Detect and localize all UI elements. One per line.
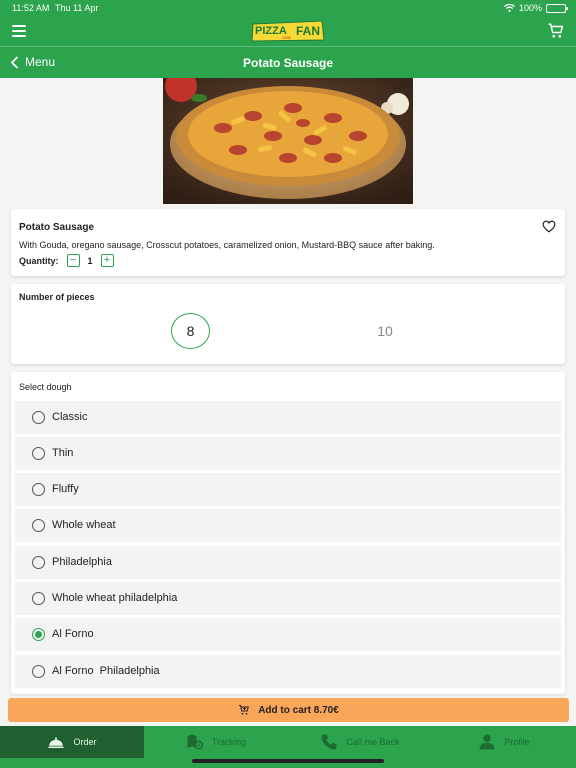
dough-option-fluffy[interactable]: Fluffy (15, 473, 561, 506)
wifi-icon (504, 4, 515, 12)
person-icon (479, 734, 495, 750)
logo-text-year: 1998 (282, 35, 292, 40)
pieces-option-8[interactable]: 8 (171, 313, 210, 349)
tab-label: Tracking (211, 737, 247, 747)
product-description: With Gouda, oregano sausage, Crosscut po… (19, 240, 435, 250)
tab-label: Order (73, 737, 97, 747)
quantity-plus-button[interactable]: + (100, 254, 114, 267)
dough-title: Select dough (19, 382, 72, 392)
cloche-icon (48, 737, 64, 748)
header: 11:52 AM Thu 11 Apr 100% PIZZA FAN 1998 … (0, 0, 576, 78)
dough-option-thin[interactable]: Thin (15, 437, 561, 470)
radio-icon[interactable] (32, 665, 45, 678)
tab-bar: Order Tracking Call me Back Profile (0, 726, 576, 768)
pieces-card: Number of pieces 8 10 (11, 284, 565, 364)
radio-icon[interactable] (32, 483, 45, 496)
radio-selected-icon[interactable] (32, 628, 45, 641)
dough-option-whole-wheat[interactable]: Whole wheat (15, 509, 561, 542)
tab-call-me-back[interactable]: Call me Back (288, 726, 432, 758)
product-card: Potato Sausage With Gouda, oregano sausa… (11, 209, 565, 276)
tab-order[interactable]: Order (0, 726, 144, 758)
dough-option-philadelphia[interactable]: Philadelphia (15, 546, 561, 579)
menu-icon[interactable] (12, 25, 26, 37)
pizzafan-logo: PIZZA FAN 1998 (251, 20, 325, 42)
dough-option-label: Fluffy (52, 483, 79, 495)
battery-percent: 100% (518, 3, 542, 13)
dough-option-classic[interactable]: Classic (15, 401, 561, 434)
status-right: 100% (504, 3, 568, 13)
dough-option-label: Al Forno (52, 628, 94, 640)
pieces-option-10[interactable]: 10 (370, 313, 400, 349)
pieces-title: Number of pieces (19, 292, 95, 302)
status-time: 11:52 AM (12, 3, 50, 13)
dough-option-label: Whole wheat philadelphia (52, 592, 178, 604)
pizza-image (163, 78, 413, 204)
tab-label: Profile (504, 737, 530, 747)
page-title: Potato Sausage (242, 56, 334, 70)
quantity-value: 1 (87, 255, 93, 266)
cart-icon[interactable] (547, 22, 565, 40)
dough-option-al-forno-philadelphia[interactable]: Al Forno Philadelphia (15, 655, 561, 688)
nav-bar: Menu Potato Sausage (0, 47, 576, 78)
dough-option-label: Whole wheat (52, 519, 116, 531)
radio-icon[interactable] (32, 556, 45, 569)
tab-label: Call me Back (346, 737, 400, 747)
home-indicator (192, 759, 384, 763)
logo-text-fan: FAN (296, 24, 320, 38)
quantity-minus-button[interactable]: − (66, 254, 80, 267)
radio-icon[interactable] (32, 447, 45, 460)
heart-icon[interactable] (542, 220, 556, 233)
dough-option-al-forno[interactable]: Al Forno (15, 618, 561, 651)
battery-icon (546, 3, 568, 13)
status-bar: 11:52 AM Thu 11 Apr 100% (0, 0, 576, 16)
tracking-icon (187, 734, 204, 750)
app-bar: PIZZA FAN 1998 (0, 16, 576, 46)
dough-option-label: Classic (52, 411, 88, 423)
tab-profile[interactable]: Profile (432, 726, 576, 758)
dough-option-label: Thin (52, 447, 74, 459)
quantity-label: Quantity: (19, 255, 59, 266)
dough-option-whole-wheat-philadelphia[interactable]: Whole wheat philadelphia (15, 582, 561, 615)
quantity-stepper: Quantity: − 1 + (19, 254, 114, 267)
dough-option-label: Philadelphia (52, 556, 112, 568)
dough-option-label: Al Forno Philadelphia (52, 665, 160, 677)
cart-plus-icon (239, 705, 250, 715)
radio-icon[interactable] (32, 411, 45, 424)
product-name: Potato Sausage (19, 222, 95, 233)
add-to-cart-label: Add to cart 8.70€ (258, 704, 339, 716)
tab-tracking[interactable]: Tracking (144, 726, 288, 758)
add-to-cart-button[interactable]: Add to cart 8.70€ (8, 698, 569, 722)
radio-icon[interactable] (32, 592, 45, 605)
dough-card: Select dough Classic Thin Fluffy Whole w… (11, 372, 565, 694)
radio-icon[interactable] (32, 519, 45, 532)
status-date: Thu 11 Apr (55, 3, 99, 13)
phone-icon (321, 734, 337, 750)
